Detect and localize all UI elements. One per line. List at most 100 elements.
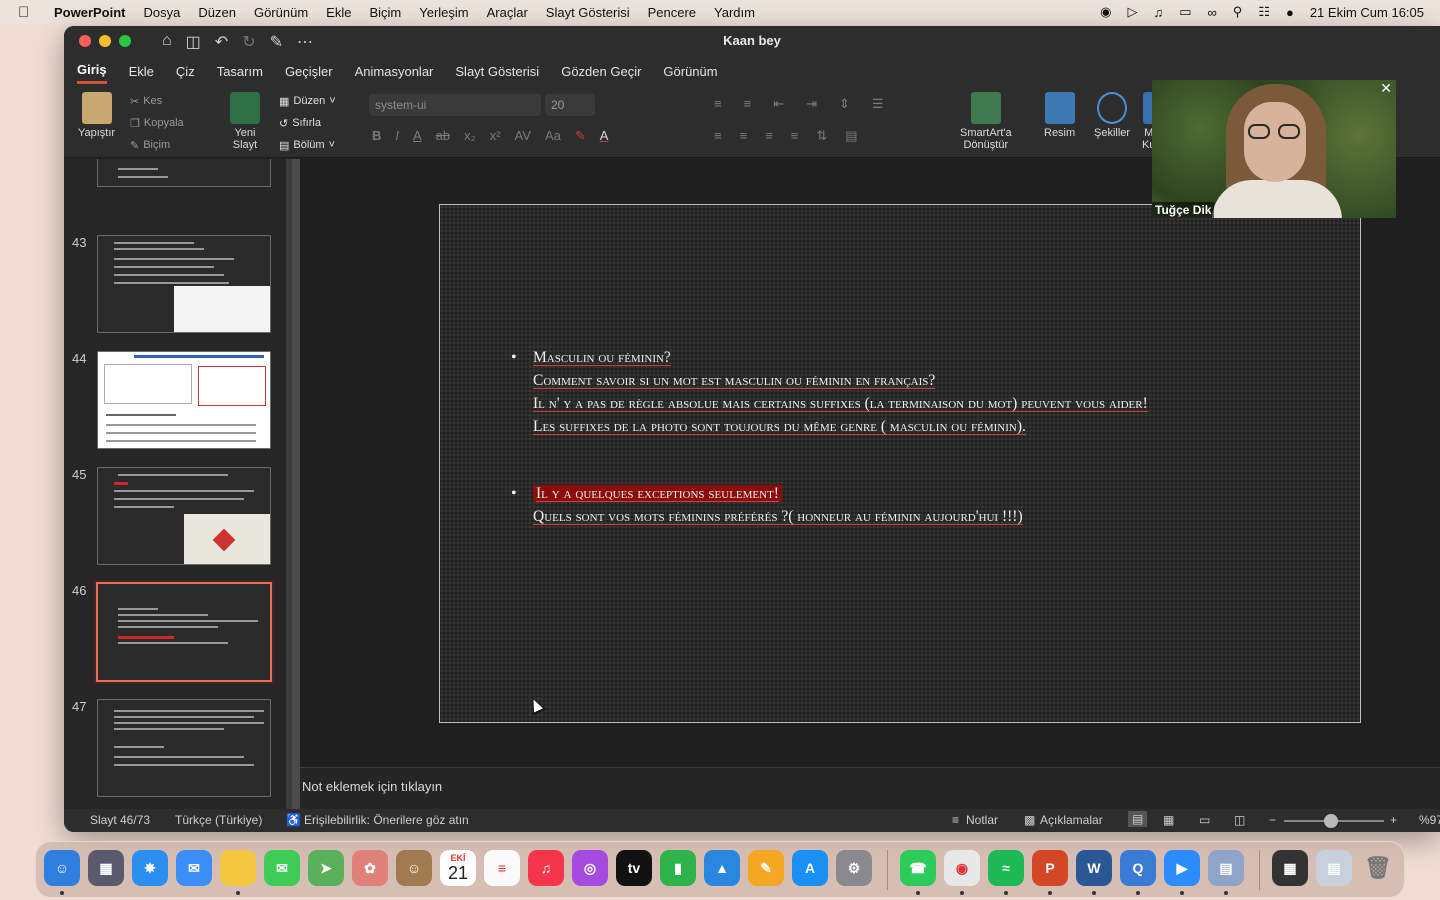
- tab-transitions[interactable]: Geçişler: [285, 60, 333, 83]
- mail-icon[interactable]: ✉: [176, 850, 212, 886]
- menu-view[interactable]: Görünüm: [254, 5, 308, 20]
- slide-sorter-button[interactable]: ▦: [1163, 813, 1174, 827]
- bold-button[interactable]: B: [372, 128, 381, 144]
- columns-icon[interactable]: ☰: [872, 96, 884, 112]
- notes-icon[interactable]: ≡: [952, 813, 959, 827]
- pane-splitter[interactable]: [292, 159, 300, 809]
- video-call-thumbnail[interactable]: ✕ Tuğçe Dik: [1152, 80, 1396, 218]
- podcasts-icon[interactable]: ◎: [572, 850, 608, 886]
- current-slide[interactable]: • Masculin ou féminin? Comment savoir si…: [439, 204, 1361, 723]
- menu-file[interactable]: Dosya: [144, 5, 181, 20]
- justify-icon[interactable]: ≡: [791, 128, 799, 144]
- tab-home[interactable]: Giriş: [77, 58, 107, 84]
- clock-text[interactable]: 21 Ekim Cum 16:05: [1310, 5, 1424, 20]
- slideshow-button[interactable]: ◫: [1234, 813, 1245, 827]
- tab-slideshow[interactable]: Slayt Gösterisi: [455, 60, 539, 83]
- shapes-button[interactable]: Şekiller: [1094, 92, 1130, 139]
- underline-button[interactable]: A: [413, 128, 422, 144]
- line-spacing-icon[interactable]: ⇕: [839, 96, 850, 112]
- apple-icon[interactable]: : [18, 4, 38, 21]
- notes-field[interactable]: Not eklemek için tıklayın: [300, 767, 1440, 809]
- align-text-icon[interactable]: ▤: [845, 128, 857, 144]
- siri-icon[interactable]: ●: [1286, 5, 1294, 20]
- search-icon[interactable]: ⚲: [1233, 4, 1243, 20]
- comments-icon[interactable]: ▩: [1024, 813, 1035, 827]
- powerpoint-icon[interactable]: P: [1032, 850, 1068, 886]
- highlight-icon[interactable]: ✎: [575, 128, 586, 144]
- play-icon[interactable]: ▷: [1127, 4, 1137, 20]
- superscript-button[interactable]: x²: [490, 128, 501, 144]
- accessibility-status[interactable]: Erişilebilirlik: Önerilere göz atın: [304, 813, 469, 827]
- close-icon[interactable]: ✕: [1380, 80, 1392, 97]
- safari-icon[interactable]: ✵: [132, 850, 168, 886]
- bullet-block-2[interactable]: • Il y a quelques exceptions seulement! …: [511, 482, 1023, 528]
- zoom-out-button[interactable]: −: [1269, 813, 1276, 827]
- appstore-icon[interactable]: A: [792, 850, 828, 886]
- grammarly-icon[interactable]: ◉: [1100, 4, 1111, 20]
- numbering-icon[interactable]: ≡: [744, 96, 752, 112]
- tab-draw[interactable]: Çiz: [176, 60, 195, 83]
- spotify-icon[interactable]: ≈: [988, 850, 1024, 886]
- quicktime-icon[interactable]: Q: [1120, 850, 1156, 886]
- font-name-select[interactable]: system-ui: [369, 94, 541, 116]
- preview-icon[interactable]: ▤: [1208, 850, 1244, 886]
- copy-button[interactable]: ❐ Kopyala: [130, 112, 184, 134]
- link-icon[interactable]: ∞: [1208, 5, 1217, 20]
- battery-icon[interactable]: ▭: [1179, 4, 1191, 20]
- menu-tools[interactable]: Araçlar: [487, 5, 528, 20]
- tab-design[interactable]: Tasarım: [217, 60, 263, 83]
- reading-view-button[interactable]: ▭: [1199, 813, 1210, 827]
- decrease-indent-icon[interactable]: ⇤: [773, 96, 784, 112]
- settings-icon[interactable]: ⚙: [836, 850, 872, 886]
- tv-icon[interactable]: tv: [616, 850, 652, 886]
- tab-insert[interactable]: Ekle: [129, 60, 154, 83]
- menu-window[interactable]: Pencere: [648, 5, 696, 20]
- audio-icon[interactable]: ♫: [1153, 5, 1163, 20]
- format-painter-button[interactable]: ✎ Biçim: [130, 134, 184, 156]
- picture-button[interactable]: Resim: [1044, 92, 1075, 139]
- tab-review[interactable]: Gözden Geçir: [561, 60, 641, 83]
- zoom-slider-thumb[interactable]: [1324, 814, 1338, 828]
- calendar-icon[interactable]: EKİ 21: [440, 850, 476, 886]
- change-case-button[interactable]: Aa: [545, 128, 561, 144]
- bullets-icon[interactable]: ≡: [714, 96, 722, 112]
- photos-icon[interactable]: ✿: [352, 850, 388, 886]
- menu-help[interactable]: Yardım: [714, 5, 755, 20]
- menu-slideshow[interactable]: Slayt Gösterisi: [546, 5, 630, 20]
- downloads-stack-icon[interactable]: ▦: [1272, 850, 1308, 886]
- align-right-icon[interactable]: ≡: [765, 128, 773, 144]
- zoom-level[interactable]: %97: [1419, 813, 1440, 827]
- control-center-icon[interactable]: ☷: [1258, 4, 1270, 20]
- notes-app-icon[interactable]: [220, 850, 256, 886]
- language-status[interactable]: Türkçe (Türkiye): [175, 813, 262, 827]
- reminders-icon[interactable]: ≡: [484, 850, 520, 886]
- messages-icon[interactable]: ✉: [264, 850, 300, 886]
- slide-thumbnails-pane[interactable]: 43 44 45 46 47: [64, 159, 292, 809]
- bullet-block-1[interactable]: • Masculin ou féminin? Comment savoir si…: [511, 346, 1148, 438]
- smartart-button[interactable]: SmartArt'a Dönüştür: [960, 92, 1012, 151]
- accessibility-icon[interactable]: ♿: [286, 813, 301, 827]
- menu-insert[interactable]: Ekle: [326, 5, 351, 20]
- cut-button[interactable]: ✂ Kes: [130, 90, 184, 112]
- font-color-icon[interactable]: A: [600, 128, 609, 144]
- zoom-app-icon[interactable]: ▶: [1164, 850, 1200, 886]
- italic-button[interactable]: I: [395, 128, 399, 144]
- launchpad-icon[interactable]: ▦: [88, 850, 124, 886]
- whatsapp-icon[interactable]: ☎: [900, 850, 936, 886]
- zoom-in-button[interactable]: +: [1390, 813, 1397, 827]
- increase-indent-icon[interactable]: ⇥: [806, 96, 817, 112]
- music-icon[interactable]: ♫: [528, 850, 564, 886]
- numbers-icon[interactable]: ▮: [660, 850, 696, 886]
- keynote-icon[interactable]: ▲: [704, 850, 740, 886]
- menu-format[interactable]: Biçim: [369, 5, 401, 20]
- layout-button[interactable]: ▦ Düzen ˅: [279, 90, 336, 112]
- chrome-icon[interactable]: ◉: [944, 850, 980, 886]
- menu-app-name[interactable]: PowerPoint: [54, 5, 126, 20]
- char-spacing-button[interactable]: AV: [515, 128, 531, 144]
- font-size-select[interactable]: 20: [545, 94, 595, 116]
- reset-button[interactable]: ↺ Sıfırla: [279, 112, 336, 134]
- menu-arrange[interactable]: Yerleşim: [419, 5, 468, 20]
- new-slide-button[interactable]: Yeni Slayt: [230, 92, 260, 151]
- section-button[interactable]: ▤ Bölüm ˅: [279, 134, 336, 156]
- notes-button[interactable]: Notlar: [966, 813, 998, 827]
